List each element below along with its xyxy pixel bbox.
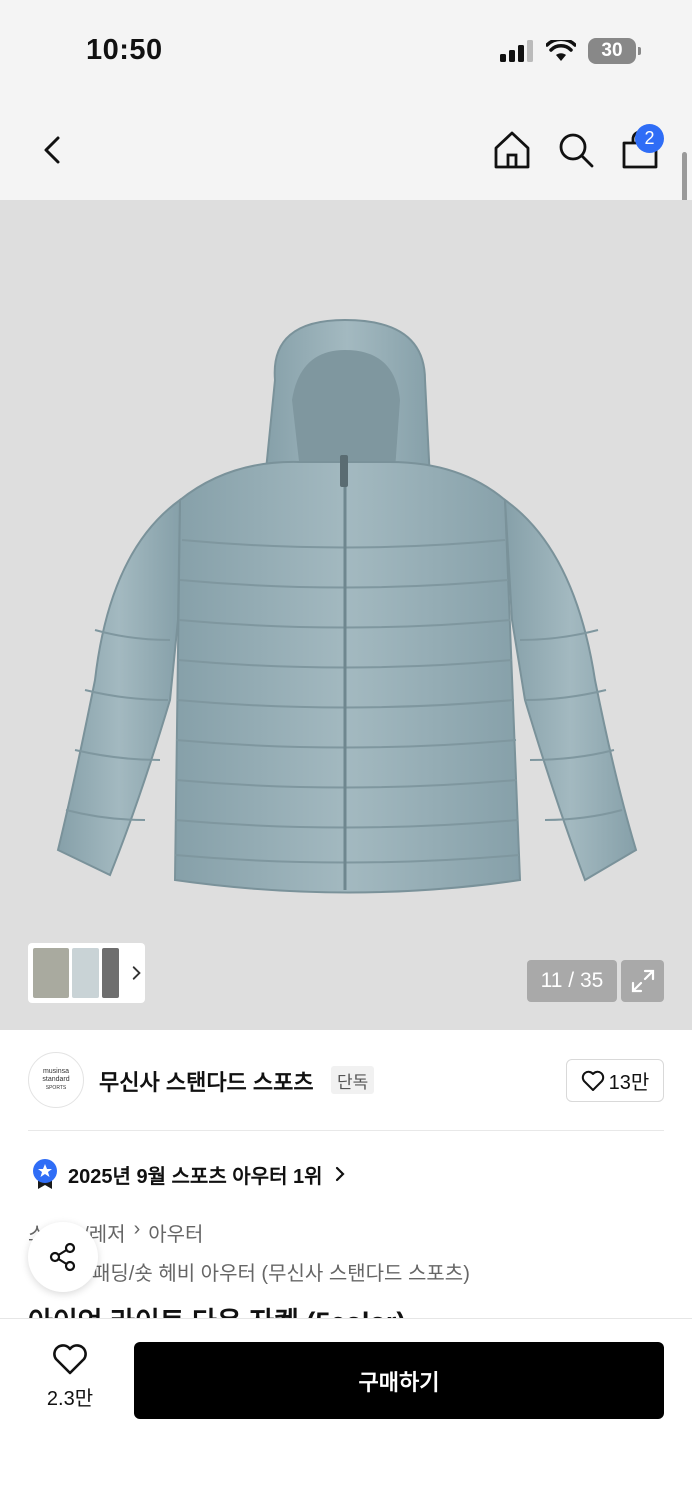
thumbnail-model[interactable] (33, 948, 70, 998)
wishlist-count: 2.3만 (46, 1388, 94, 1410)
top-nav (0, 100, 692, 200)
brand-logo-line3: SPORTS (45, 1085, 67, 1091)
heart-icon (581, 1070, 604, 1091)
back-icon[interactable] (34, 130, 74, 170)
expand-button[interactable] (621, 960, 664, 1002)
brand-name[interactable]: 무신사 스탠다드 스포츠 (99, 1065, 314, 1097)
exclusive-badge: 단독 (331, 1066, 375, 1094)
expand-icon (631, 969, 654, 993)
brand-logo-line2: standard (42, 1076, 70, 1083)
status-icons: 30 (500, 38, 641, 64)
battery-indicator: 30 (588, 38, 641, 64)
thumbnail-detail[interactable] (101, 948, 119, 998)
buy-button[interactable]: 구매하기 (134, 1342, 664, 1419)
thumbnail-jacket[interactable] (72, 948, 99, 998)
divider (28, 1130, 664, 1131)
thumbnail-strip[interactable] (28, 943, 145, 1003)
product-image[interactable] (0, 200, 692, 1030)
brand-like-button[interactable]: 13만 (566, 1059, 664, 1102)
heart-icon (53, 1344, 87, 1375)
jacket-image (56, 318, 638, 894)
share-icon (49, 1242, 76, 1272)
signal-icon (500, 40, 533, 62)
home-icon[interactable] (490, 128, 534, 172)
status-time: 10:50 (86, 34, 163, 66)
cart-badge: 2 (635, 124, 664, 153)
wifi-icon (546, 40, 576, 61)
brand-logo-line1: musinsa (42, 1068, 70, 1075)
image-counter: 11 / 35 (527, 960, 617, 1002)
ranking-link[interactable]: 2025년 9월 스포츠 아우터 1위 (32, 1158, 347, 1190)
ranking-badge-icon (33, 1159, 57, 1189)
breadcrumb-separator: › (133, 1218, 141, 1240)
share-button[interactable] (28, 1222, 98, 1292)
wishlist-button[interactable]: 2.3만 (40, 1344, 100, 1411)
chevron-right-icon (335, 1166, 345, 1182)
search-icon[interactable] (554, 128, 598, 172)
breadcrumb-level2[interactable]: 아우터 (148, 1218, 203, 1247)
ranking-text: 2025년 9월 스포츠 아우터 1위 (68, 1165, 323, 1188)
subcategory-link[interactable]: 패딩/숏 헤비 아우터 (무신사 스탠다드 스포츠) (92, 1257, 470, 1286)
brand-logo[interactable]: musinsa standard SPORTS (28, 1052, 84, 1108)
status-bar: 10:50 30 (0, 0, 692, 100)
brand-like-count: 13만 (608, 1072, 650, 1094)
chevron-right-icon[interactable] (128, 963, 145, 983)
